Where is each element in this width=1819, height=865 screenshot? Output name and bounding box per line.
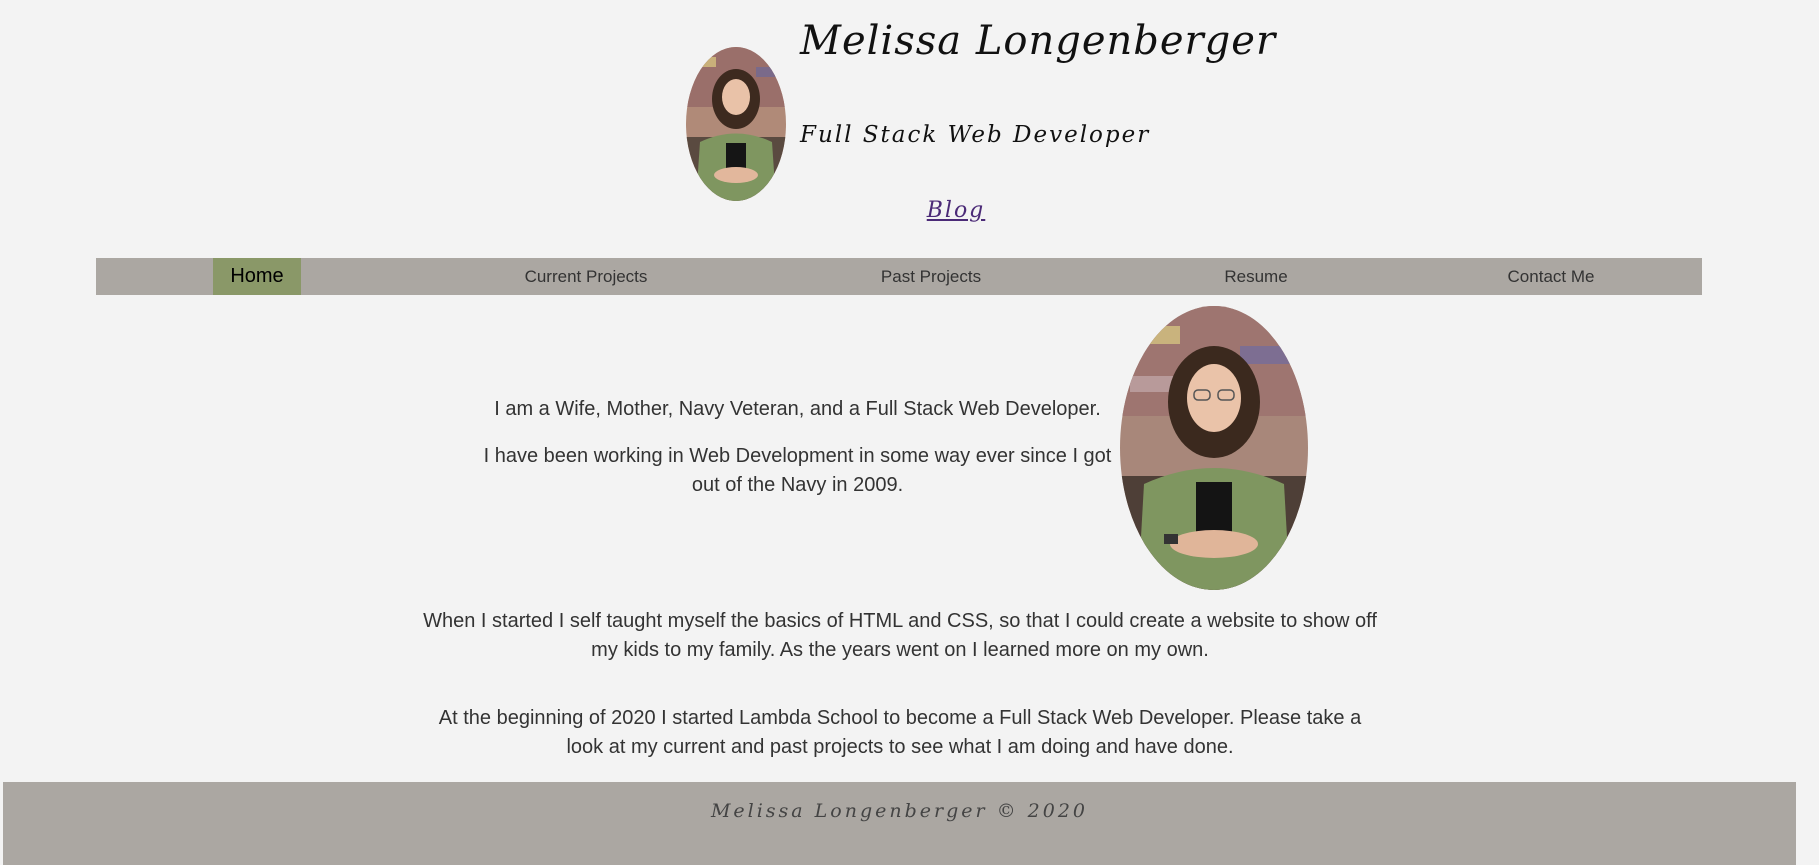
blog-link[interactable]: Blog [900, 198, 1012, 223]
intro-paragraph: I am a Wife, Mother, Navy Veteran, and a… [494, 398, 1101, 420]
footer: Melissa Longenberger © 2020 [3, 782, 1796, 865]
lambda-paragraph: At the beginning of 2020 I started Lambd… [438, 707, 1362, 758]
nav-item-past-projects[interactable]: Past Projects [856, 258, 1006, 295]
experience-paragraph: I have been working in Web Development i… [483, 445, 1112, 496]
background-paragraph: When I started I self taught myself the … [423, 610, 1377, 661]
site-title: Melissa Longenberger [800, 18, 1277, 64]
footer-copyright: Melissa Longenberger © 2020 [710, 800, 1089, 822]
site-subtitle: Full Stack Web Developer [800, 122, 1151, 148]
main-nav: Home Current Projects Past Projects Resu… [96, 258, 1702, 295]
header-avatar [686, 47, 786, 201]
nav-item-home[interactable]: Home [213, 258, 301, 295]
nav-item-contact-me[interactable]: Contact Me [1486, 258, 1616, 295]
nav-item-resume[interactable]: Resume [1206, 258, 1306, 295]
nav-item-current-projects[interactable]: Current Projects [496, 258, 676, 295]
page: Melissa Longenberger Full Stack Web Deve… [0, 0, 1819, 865]
profile-photo [1120, 306, 1308, 590]
